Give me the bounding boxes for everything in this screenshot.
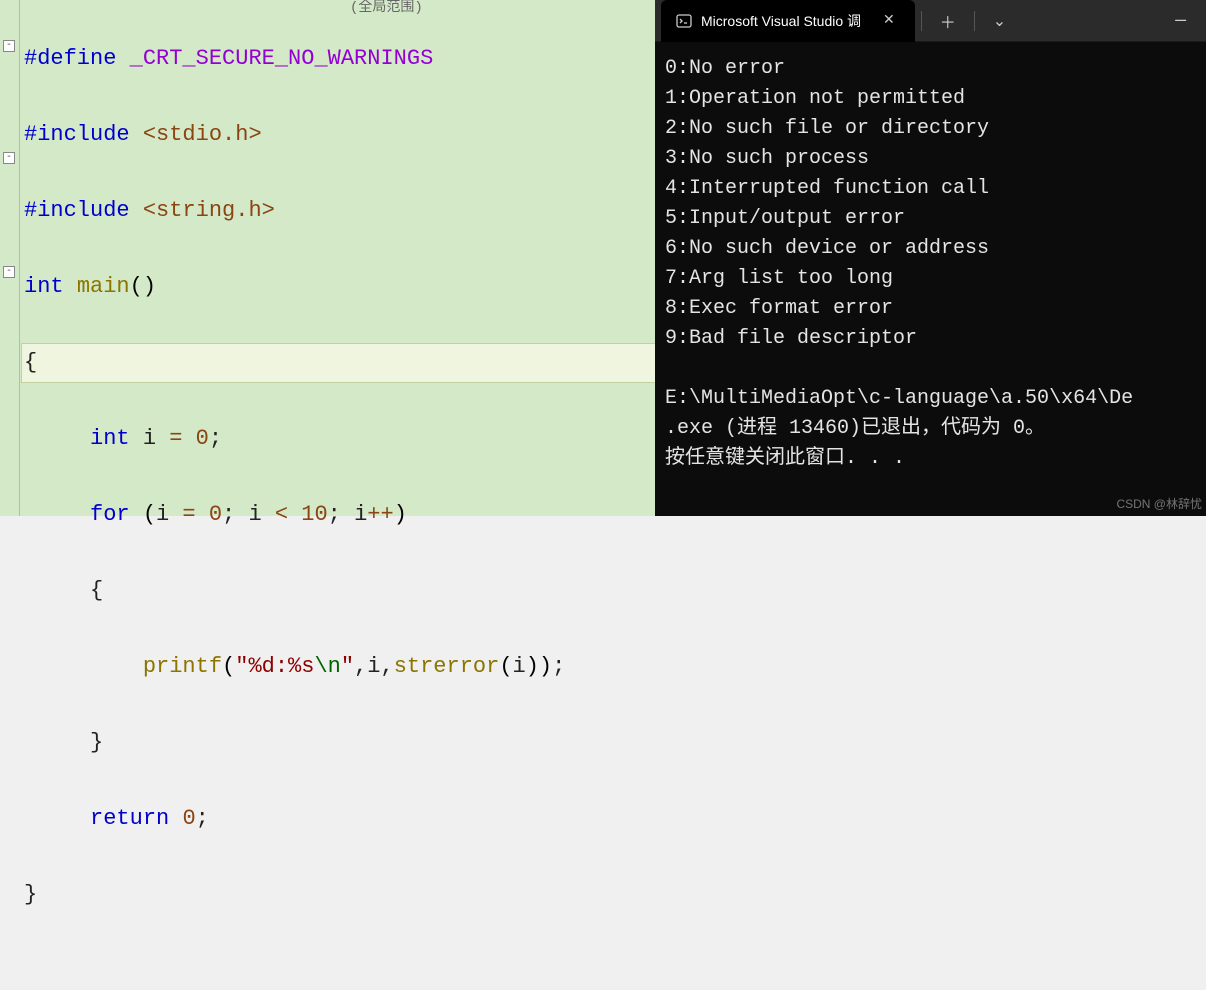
minimize-button[interactable]: — — [1161, 5, 1200, 37]
type-keyword: int — [90, 426, 143, 451]
format-string: %d:%s — [248, 654, 314, 679]
brace-open: { — [24, 350, 37, 375]
watermark: CSDN @林辞忧 — [1116, 495, 1202, 512]
console-titlebar: Microsoft Visual Studio 调 ✕ ＋ ⌄ — — [655, 0, 1206, 42]
macro-name: _CRT_SECURE_NO_WARNINGS — [130, 46, 434, 71]
new-tab-button[interactable]: ＋ — [928, 3, 968, 39]
func-name-main: main — [77, 274, 130, 299]
titlebar-divider — [974, 11, 975, 31]
tab-dropdown-button[interactable]: ⌄ — [981, 5, 1018, 37]
close-icon[interactable]: ✕ — [877, 10, 901, 31]
escape-seq: \n — [314, 654, 340, 679]
header-name: string.h — [156, 198, 262, 223]
brace-close: } — [24, 882, 37, 907]
preproc-define: #define — [24, 46, 130, 71]
editor-gutter: - - - — [0, 0, 20, 516]
brace-close: } — [90, 730, 103, 755]
identifier: i — [143, 426, 156, 451]
header-name: stdio.h — [156, 122, 248, 147]
console-tab[interactable]: Microsoft Visual Studio 调 ✕ — [661, 0, 915, 42]
fold-toggle[interactable]: - — [3, 152, 15, 164]
number-literal: 0 — [196, 426, 209, 451]
fold-toggle[interactable]: - — [3, 266, 15, 278]
console-output[interactable]: 0:No error 1:Operation not permitted 2:N… — [655, 42, 1206, 516]
titlebar-divider — [921, 11, 922, 31]
func-call-printf: printf — [143, 654, 222, 679]
brace-open: { — [90, 578, 103, 603]
terminal-icon — [675, 12, 693, 30]
func-call-strerror: strerror — [394, 654, 500, 679]
console-tab-title: Microsoft Visual Studio 调 — [701, 11, 861, 31]
fold-toggle[interactable]: - — [3, 40, 15, 52]
type-keyword: int — [24, 274, 77, 299]
return-keyword: return — [90, 806, 182, 831]
preproc-include: #include — [24, 122, 143, 147]
for-keyword: for — [90, 502, 143, 527]
debug-console-window: Microsoft Visual Studio 调 ✕ ＋ ⌄ — 0:No e… — [655, 0, 1206, 516]
preproc-include: #include — [24, 198, 143, 223]
code-editor-pane: (全局范围) - - - #define _CRT_SECURE_NO_WARN… — [0, 0, 655, 516]
code-area[interactable]: #define _CRT_SECURE_NO_WARNINGS #include… — [20, 0, 655, 516]
